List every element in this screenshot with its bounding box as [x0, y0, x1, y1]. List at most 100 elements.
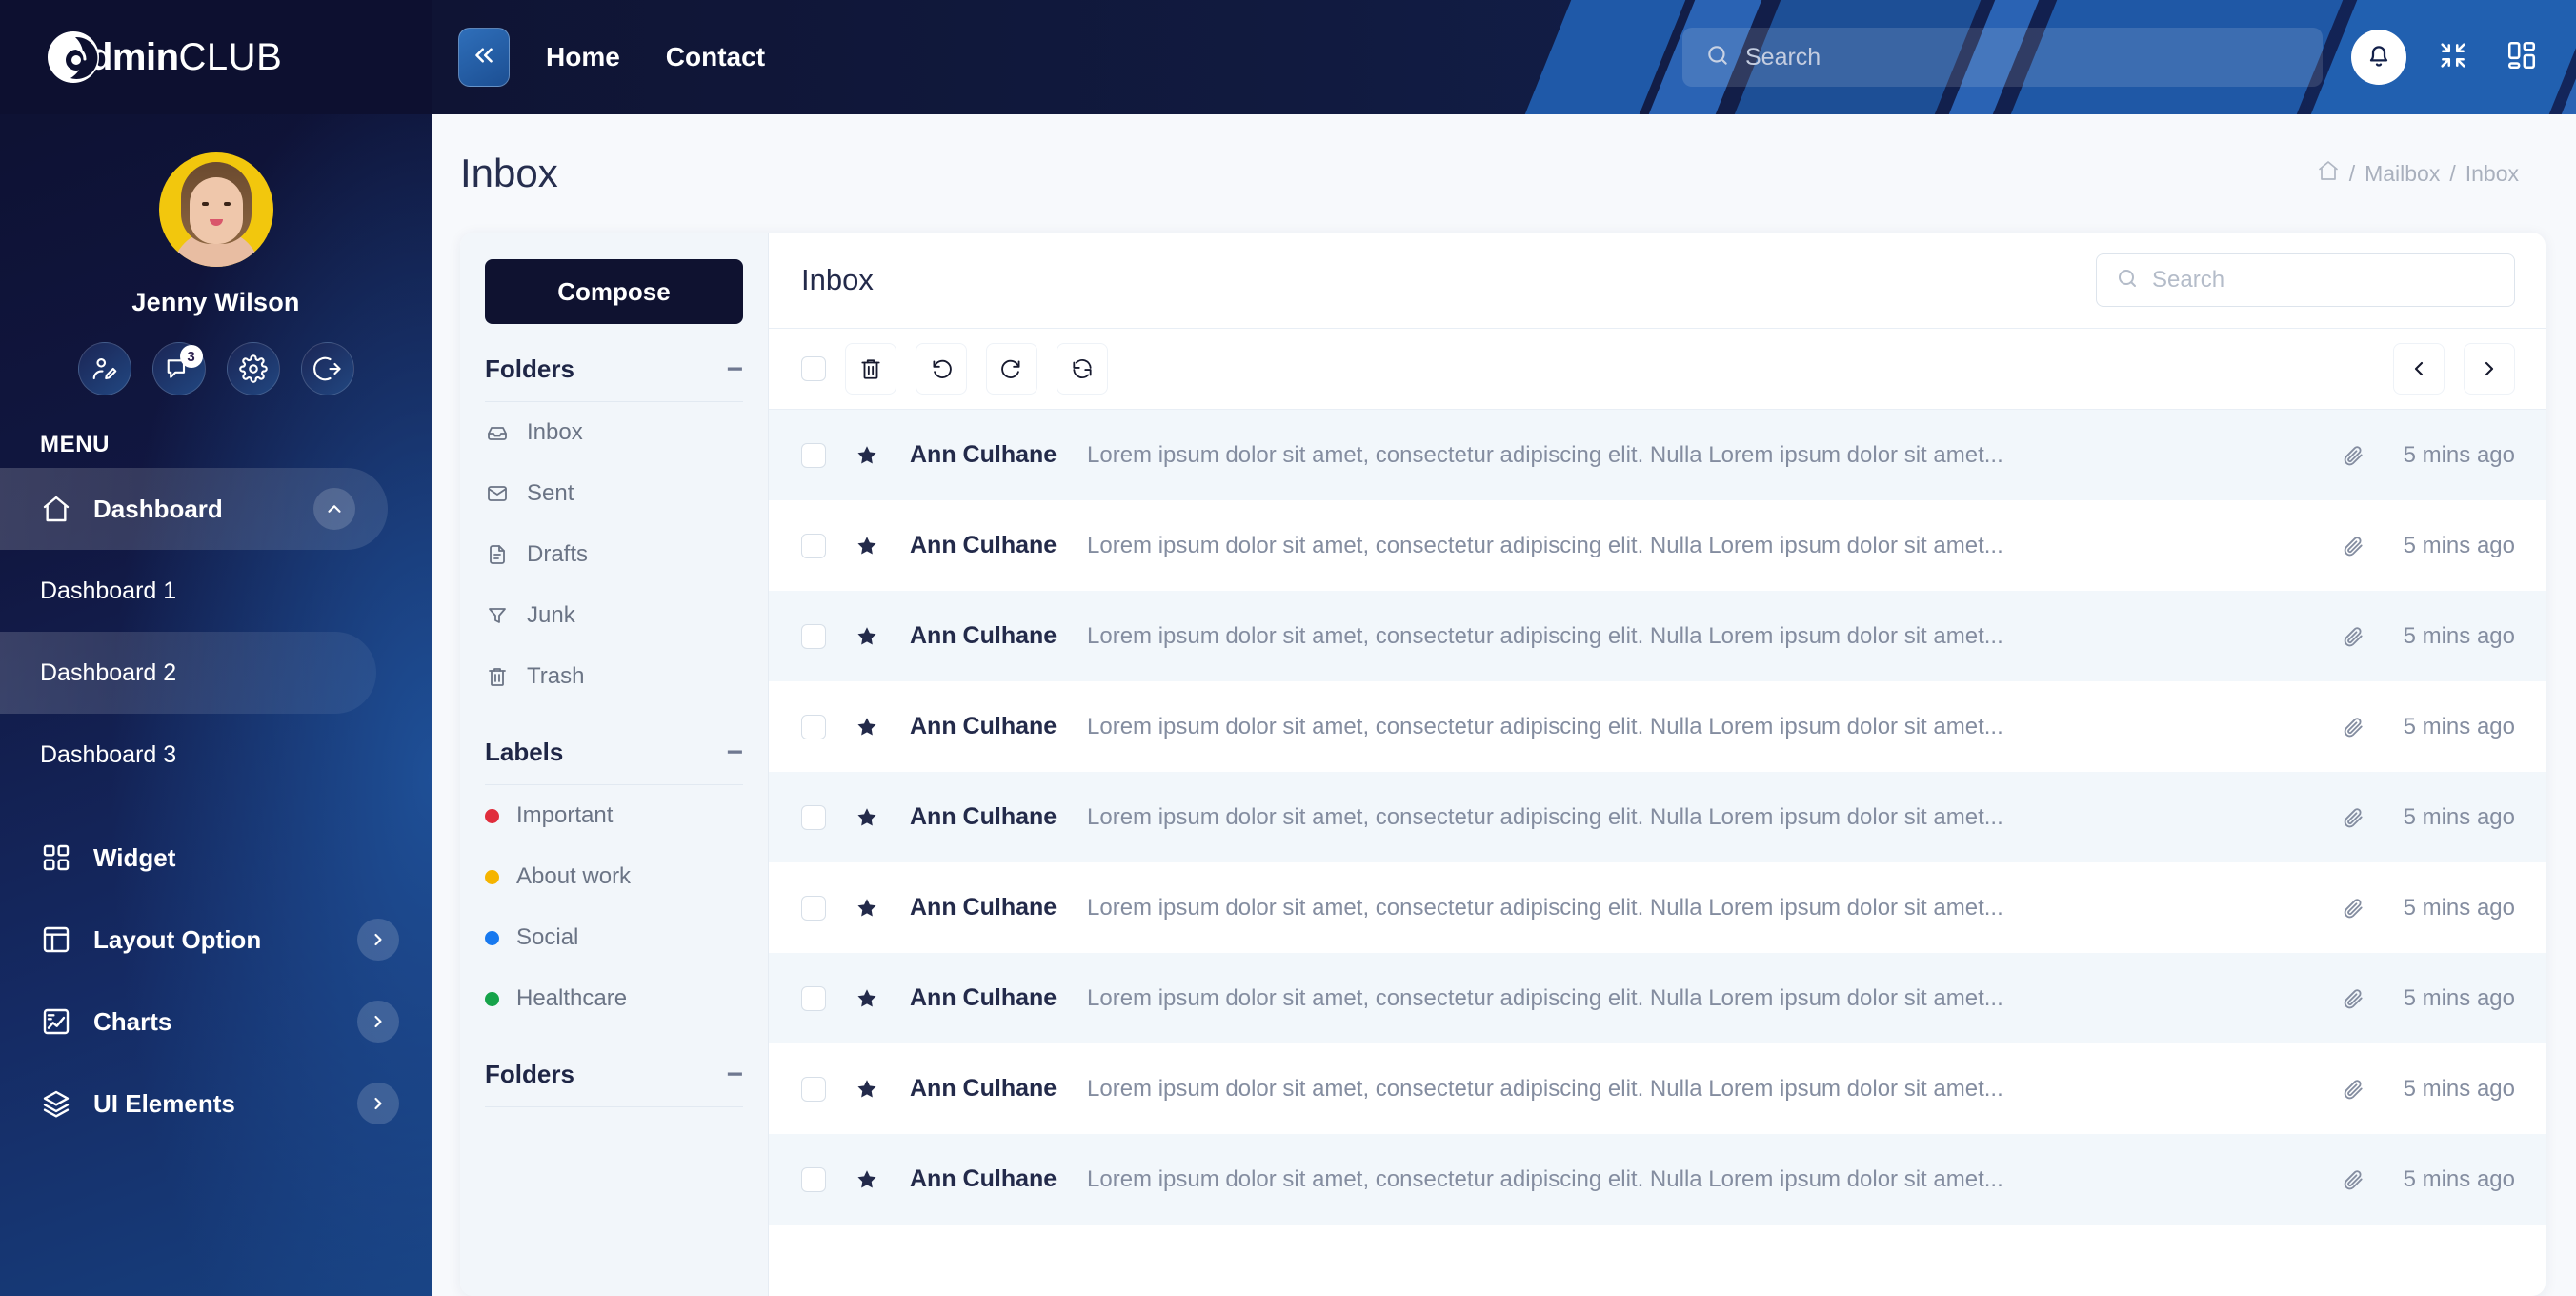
- prev-page-button[interactable]: [2393, 343, 2445, 395]
- mail-search[interactable]: [2096, 253, 2515, 307]
- page-header: Inbox / Mailbox / Inbox: [432, 114, 2576, 233]
- edit-profile-button[interactable]: [77, 342, 131, 395]
- star-icon[interactable]: [853, 986, 881, 1011]
- table-row[interactable]: Ann Culhane Lorem ipsum dolor sit amet, c…: [769, 681, 2546, 772]
- table-row[interactable]: Ann Culhane Lorem ipsum dolor sit amet, c…: [769, 862, 2546, 953]
- row-sender: Ann Culhane: [910, 984, 1057, 1011]
- table-row[interactable]: Ann Culhane Lorem ipsum dolor sit amet, c…: [769, 772, 2546, 862]
- table-row[interactable]: Ann Culhane Lorem ipsum dolor sit amet, c…: [769, 500, 2546, 591]
- document-icon: [485, 542, 510, 567]
- folder-item-drafts[interactable]: Drafts: [485, 524, 743, 585]
- row-snippet: Lorem ipsum dolor sit amet, consectetur …: [1087, 894, 2003, 921]
- row-select-checkbox[interactable]: [801, 804, 826, 830]
- star-icon[interactable]: [853, 805, 881, 830]
- brand-logo-block[interactable]: dminCLUB: [0, 0, 432, 114]
- label-item-about-work[interactable]: About work: [485, 846, 743, 907]
- mail-search-input[interactable]: [2152, 267, 2495, 294]
- row-select-checkbox[interactable]: [801, 895, 826, 921]
- row-sender: Ann Culhane: [910, 713, 1057, 739]
- label-item-healthcare[interactable]: Healthcare: [485, 968, 743, 1029]
- minus-icon[interactable]: −: [726, 1061, 743, 1089]
- star-icon[interactable]: [853, 1077, 881, 1102]
- sidebar-item-charts[interactable]: Charts: [0, 981, 432, 1063]
- star-icon[interactable]: [853, 896, 881, 921]
- row-time: 5 mins ago: [2403, 622, 2515, 649]
- labels-section-header[interactable]: Labels −: [485, 738, 743, 785]
- label-color-dot: [485, 930, 499, 945]
- row-select-checkbox[interactable]: [801, 985, 826, 1011]
- compress-screen-button[interactable]: [2431, 35, 2475, 79]
- chevron-right-icon[interactable]: [357, 919, 399, 961]
- folders-section-header[interactable]: Folders −: [485, 354, 743, 402]
- folder-item-inbox[interactable]: Inbox: [485, 402, 743, 463]
- sidebar-item-layout-option[interactable]: Layout Option: [0, 899, 432, 981]
- table-row[interactable]: Ann Culhane Lorem ipsum dolor sit amet, c…: [769, 1134, 2546, 1225]
- settings-button[interactable]: [226, 342, 280, 395]
- star-icon[interactable]: [853, 715, 881, 739]
- mailbox-sidebar: Compose Folders − Inbox Sent Drafts Junk…: [460, 233, 769, 1296]
- notification-bell-button[interactable]: [2351, 30, 2406, 85]
- compose-button[interactable]: Compose: [485, 259, 743, 324]
- row-select-checkbox[interactable]: [801, 1076, 826, 1102]
- chevron-up-icon[interactable]: [313, 488, 355, 530]
- row-select-checkbox[interactable]: [801, 1166, 826, 1192]
- delete-icon: [861, 359, 880, 379]
- sidebar-item-dashboard-1[interactable]: Dashboard 1: [0, 550, 432, 632]
- table-row[interactable]: Ann Culhane Lorem ipsum dolor sit amet, c…: [769, 410, 2546, 500]
- minus-icon[interactable]: −: [726, 355, 743, 384]
- undo-button[interactable]: [916, 343, 967, 395]
- select-all-checkbox[interactable]: [801, 356, 826, 381]
- sidebar-item-widget-label: Widget: [93, 842, 176, 872]
- breadcrumb-sep-2: /: [2449, 160, 2456, 186]
- sidebar-item-dashboard[interactable]: Dashboard: [0, 468, 388, 550]
- sidebar-collapse-button[interactable]: [458, 28, 510, 87]
- envelope-icon: [485, 481, 510, 506]
- row-select-checkbox[interactable]: [801, 623, 826, 649]
- folders-section-header-2[interactable]: Folders −: [485, 1060, 743, 1107]
- avatar[interactable]: [158, 152, 273, 267]
- logout-button[interactable]: [300, 342, 354, 395]
- minus-icon[interactable]: −: [726, 739, 743, 767]
- sidebar-item-widget[interactable]: Widget: [0, 817, 432, 899]
- topbar-search[interactable]: [1682, 28, 2323, 87]
- chevron-right-icon[interactable]: [357, 1083, 399, 1124]
- topbar-nav-home[interactable]: Home: [546, 42, 620, 72]
- breadcrumb-item-mailbox[interactable]: Mailbox: [2365, 161, 2440, 187]
- attachment-paperclip-icon: [2334, 534, 2372, 558]
- folder-item-drafts-label: Drafts: [527, 541, 589, 567]
- sidebar-item-ui-elements[interactable]: UI Elements: [0, 1063, 432, 1144]
- star-icon[interactable]: [853, 1167, 881, 1192]
- folder-item-trash[interactable]: Trash: [485, 646, 743, 707]
- delete-button[interactable]: [845, 343, 896, 395]
- label-item-social[interactable]: Social: [485, 907, 743, 968]
- topbar-search-input[interactable]: [1745, 43, 2300, 71]
- sidebar-item-dashboard-3[interactable]: Dashboard 3: [0, 714, 432, 796]
- row-snippet: Lorem ipsum dolor sit amet, consectetur …: [1087, 622, 2003, 649]
- label-item-important[interactable]: Important: [485, 785, 743, 846]
- table-row[interactable]: Ann Culhane Lorem ipsum dolor sit amet, c…: [769, 1043, 2546, 1134]
- refresh-button[interactable]: [1057, 343, 1108, 395]
- sidebar-item-dashboard-2[interactable]: Dashboard 2: [0, 632, 376, 714]
- star-icon[interactable]: [853, 624, 881, 649]
- folder-item-junk[interactable]: Junk: [485, 585, 743, 646]
- breadcrumb-item-inbox[interactable]: Inbox: [2465, 161, 2519, 187]
- folder-item-sent[interactable]: Sent: [485, 463, 743, 524]
- breadcrumb-home-icon[interactable]: [2317, 159, 2340, 188]
- messages-button[interactable]: 3: [151, 342, 206, 395]
- row-select-checkbox[interactable]: [801, 442, 826, 468]
- prev-page-icon: [2414, 361, 2424, 376]
- next-page-button[interactable]: [2464, 343, 2515, 395]
- mail-list-title: Inbox: [801, 263, 874, 296]
- redo-button[interactable]: [986, 343, 1037, 395]
- breadcrumb: / Mailbox / Inbox: [2317, 159, 2519, 188]
- table-row[interactable]: Ann Culhane Lorem ipsum dolor sit amet, c…: [769, 591, 2546, 681]
- table-row[interactable]: Ann Culhane Lorem ipsum dolor sit amet, c…: [769, 953, 2546, 1043]
- profile-block: Jenny Wilson 3: [0, 114, 432, 395]
- star-icon[interactable]: [853, 443, 881, 468]
- row-select-checkbox[interactable]: [801, 714, 826, 739]
- row-select-checkbox[interactable]: [801, 533, 826, 558]
- chevron-right-icon[interactable]: [357, 1001, 399, 1043]
- star-icon[interactable]: [853, 534, 881, 558]
- topbar-nav-contact[interactable]: Contact: [666, 42, 765, 72]
- apps-grid-button[interactable]: [2500, 35, 2544, 79]
